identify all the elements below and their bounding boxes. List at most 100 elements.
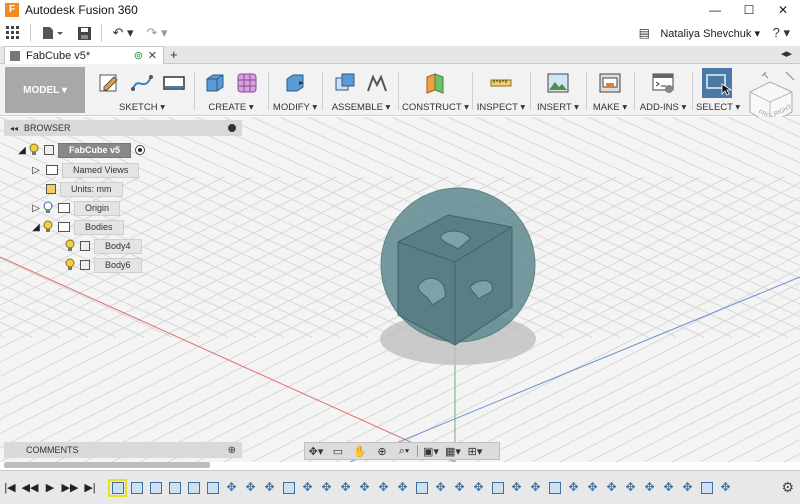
visibility-bulb-icon[interactable] xyxy=(42,220,54,234)
inspect-group[interactable]: INSPECT ▾ xyxy=(476,68,526,114)
visibility-bulb-icon[interactable] xyxy=(64,258,76,272)
timeline-feature-move[interactable]: ✥ xyxy=(621,479,640,497)
expand-triangle-icon[interactable]: ▷ xyxy=(30,165,42,176)
offset-plane-icon[interactable] xyxy=(423,71,447,95)
tree-item-body4[interactable]: Body4 xyxy=(64,238,142,254)
step-back-icon[interactable]: ◀◀ xyxy=(20,478,40,498)
timeline-feature-extrude[interactable] xyxy=(203,479,222,497)
close-tab-icon[interactable]: ✕ xyxy=(148,49,157,62)
timeline-feature-sketch[interactable] xyxy=(108,478,127,497)
go-to-end-icon[interactable]: ▶| xyxy=(80,478,100,498)
timeline-settings-gear-icon[interactable]: ⚙ xyxy=(781,479,794,496)
addins-group[interactable]: ADD-INS ▾ xyxy=(638,68,688,114)
timeline-feature-move[interactable]: ✥ xyxy=(469,479,488,497)
measure-icon[interactable] xyxy=(489,71,513,95)
undo-icon[interactable]: ↶ ▾ xyxy=(106,22,140,44)
timeline-feature-move[interactable]: ✥ xyxy=(564,479,583,497)
select-icon[interactable] xyxy=(702,68,732,98)
sketch-group[interactable]: SKETCH ▾ xyxy=(92,68,192,114)
tab-overflow-icon[interactable]: ◂▸ xyxy=(781,47,792,60)
tree-item-bodies[interactable]: ◢ Bodies xyxy=(30,219,124,235)
insert-group[interactable]: INSERT ▾ xyxy=(534,68,582,114)
activate-radio-icon[interactable] xyxy=(135,145,146,155)
create-group[interactable]: CREATE ▾ xyxy=(196,68,266,114)
timeline-feature-extrude[interactable] xyxy=(279,479,298,497)
expand-triangle-icon[interactable]: ▷ xyxy=(30,203,42,214)
tree-root[interactable]: ◢ FabCube v5 xyxy=(16,142,146,158)
user-menu[interactable]: Nataliya Shevchuk ▾ xyxy=(660,27,760,40)
timeline-feature-move[interactable]: ✥ xyxy=(507,479,526,497)
step-forward-icon[interactable]: ▶▶ xyxy=(60,478,80,498)
apps-grid-icon[interactable] xyxy=(0,22,26,44)
help-menu[interactable]: ? ▾ xyxy=(773,25,790,41)
workspace-switcher[interactable]: MODEL ▾ xyxy=(5,67,85,113)
timeline-feature-move[interactable]: ✥ xyxy=(260,479,279,497)
file-menu-icon[interactable] xyxy=(35,22,71,44)
timeline-feature-move[interactable]: ✥ xyxy=(241,479,260,497)
save-icon[interactable] xyxy=(71,22,97,44)
timeline-feature-move[interactable]: ✥ xyxy=(355,479,374,497)
tree-item-units[interactable]: Units: mm xyxy=(42,181,123,197)
document-tab[interactable]: FabCube v5* ⊚ ✕ xyxy=(4,46,164,64)
grid-settings-icon[interactable]: ▦▾ xyxy=(442,443,464,459)
collapse-arrows-icon[interactable]: ◂◂ xyxy=(10,124,18,133)
orbit-icon[interactable]: ✥▾ xyxy=(305,443,327,459)
timeline-feature-move[interactable]: ✥ xyxy=(336,479,355,497)
timeline-feature-move[interactable]: ✥ xyxy=(431,479,450,497)
display-settings-icon[interactable]: ▣▾ xyxy=(420,443,442,459)
browser-options-icon[interactable] xyxy=(228,124,236,132)
tree-item-body6[interactable]: Body6 xyxy=(64,257,142,273)
timeline-feature-sketch[interactable] xyxy=(184,479,203,497)
timeline-feature-move[interactable]: ✥ xyxy=(678,479,697,497)
add-comment-icon[interactable]: ⊕ xyxy=(228,445,236,456)
timeline-feature-move[interactable]: ✥ xyxy=(659,479,678,497)
look-at-icon[interactable]: ▭ xyxy=(327,443,349,459)
timeline-feature-move[interactable]: ✥ xyxy=(640,479,659,497)
comments-panel-header[interactable]: COMMENTS ⊕ xyxy=(4,442,242,458)
timeline-feature-move[interactable]: ✥ xyxy=(602,479,621,497)
visibility-bulb-icon[interactable] xyxy=(28,143,40,157)
visibility-bulb-icon[interactable] xyxy=(64,239,76,253)
timeline-feature-extrude[interactable] xyxy=(412,479,431,497)
select-group[interactable]: SELECT ▾ xyxy=(696,68,740,114)
timeline-feature-extrude[interactable] xyxy=(127,479,146,497)
3d-print-icon[interactable] xyxy=(598,71,622,95)
joint-icon[interactable] xyxy=(365,71,389,95)
fit-icon[interactable]: ⌕▾ xyxy=(393,443,415,459)
maximize-button[interactable]: ☐ xyxy=(732,0,766,20)
visibility-bulb-off-icon[interactable] xyxy=(42,201,54,215)
timeline-feature-move[interactable]: ✥ xyxy=(526,479,545,497)
pan-icon[interactable]: ✋ xyxy=(349,443,371,459)
new-component-icon[interactable] xyxy=(333,71,357,95)
make-group[interactable]: MAKE ▾ xyxy=(590,68,630,114)
close-window-button[interactable]: ✕ xyxy=(766,0,800,20)
timeline-feature-sketch[interactable] xyxy=(146,479,165,497)
zoom-icon[interactable]: ⊕ xyxy=(371,443,393,459)
minimize-button[interactable]: — xyxy=(698,0,732,20)
insert-image-icon[interactable] xyxy=(546,71,570,95)
timeline-feature-extrude[interactable] xyxy=(697,479,716,497)
new-tab-button[interactable]: + xyxy=(170,47,178,62)
timeline-feature-move[interactable]: ✥ xyxy=(716,479,735,497)
job-status-icon[interactable]: ▤ xyxy=(639,26,650,40)
collapse-triangle-icon[interactable]: ◢ xyxy=(16,145,28,156)
browser-scrollbar[interactable] xyxy=(4,462,210,468)
timeline-feature-sketch[interactable] xyxy=(165,479,184,497)
create-sketch-icon[interactable] xyxy=(98,71,122,95)
extrude-icon[interactable] xyxy=(203,71,227,95)
scripts-addins-icon[interactable] xyxy=(651,71,675,95)
assemble-group[interactable]: ASSEMBLE ▾ xyxy=(326,68,396,114)
viewports-icon[interactable]: ⊞▾ xyxy=(464,443,486,459)
timeline-feature-move[interactable]: ✥ xyxy=(450,479,469,497)
form-icon[interactable] xyxy=(235,71,259,95)
play-icon[interactable]: ▶ xyxy=(40,478,60,498)
redo-icon[interactable]: ↷ ▾ xyxy=(140,22,174,44)
collapse-triangle-icon[interactable]: ◢ xyxy=(30,222,42,233)
timeline-feature-extrude[interactable] xyxy=(545,479,564,497)
timeline-feature-extrude[interactable] xyxy=(488,479,507,497)
construct-group[interactable]: CONSTRUCT ▾ xyxy=(402,68,469,114)
press-pull-icon[interactable] xyxy=(283,71,307,95)
timeline-feature-move[interactable]: ✥ xyxy=(298,479,317,497)
tree-item-named-views[interactable]: ▷ Named Views xyxy=(30,162,140,178)
timeline-feature-move[interactable]: ✥ xyxy=(317,479,336,497)
